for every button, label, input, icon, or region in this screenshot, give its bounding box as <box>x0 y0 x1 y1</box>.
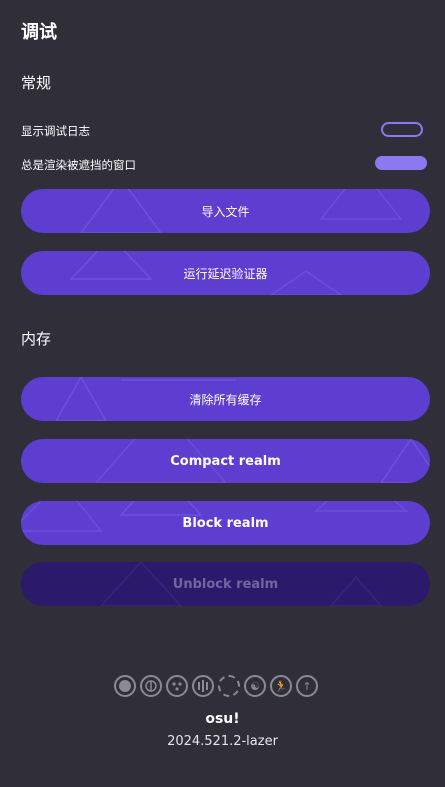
section-memory-heading: 内存 <box>21 330 52 348</box>
taiko-icon[interactable] <box>140 675 162 697</box>
osu-icon[interactable] <box>114 675 136 697</box>
run-latency-certifier-label: 运行延迟验证器 <box>183 266 268 281</box>
section-general-heading: 常规 <box>21 74 52 92</box>
run-latency-certifier-button[interactable]: 运行延迟验证器 <box>21 251 430 295</box>
catch-icon[interactable] <box>166 675 188 697</box>
empty-ruleset-icon[interactable] <box>218 675 240 697</box>
arrow-up-icon[interactable]: ↑ <box>296 675 318 697</box>
runner-icon[interactable]: 🏃 <box>270 675 292 697</box>
compact-realm-button[interactable]: Compact realm <box>21 439 430 483</box>
ruleset-selector: ☯ 🏃 ↑ <box>114 675 318 697</box>
footer-app-name: osu! <box>205 711 240 727</box>
clear-all-caches-label: 清除所有缓存 <box>189 392 262 407</box>
unblock-realm-button: Unblock realm <box>21 562 430 606</box>
show-debug-log-label: 显示调试日志 <box>21 124 90 138</box>
footer-version: 2024.521.2-lazer <box>167 734 278 749</box>
import-files-label: 导入文件 <box>201 204 250 219</box>
yin-yang-icon[interactable]: ☯ <box>244 675 266 697</box>
block-realm-button[interactable]: Block realm <box>21 501 430 545</box>
page-title: 调试 <box>21 22 57 43</box>
always-render-occluded-label: 总是渲染被遮挡的窗口 <box>21 158 136 172</box>
unblock-realm-label: Unblock realm <box>172 576 279 592</box>
mania-icon[interactable] <box>192 675 214 697</box>
always-render-occluded-toggle[interactable] <box>375 156 427 170</box>
show-debug-log-toggle[interactable] <box>381 122 423 137</box>
compact-realm-label: Compact realm <box>170 453 281 469</box>
block-realm-label: Block realm <box>182 515 269 531</box>
clear-all-caches-button[interactable]: 清除所有缓存 <box>21 377 430 421</box>
import-files-button[interactable]: 导入文件 <box>21 189 430 233</box>
